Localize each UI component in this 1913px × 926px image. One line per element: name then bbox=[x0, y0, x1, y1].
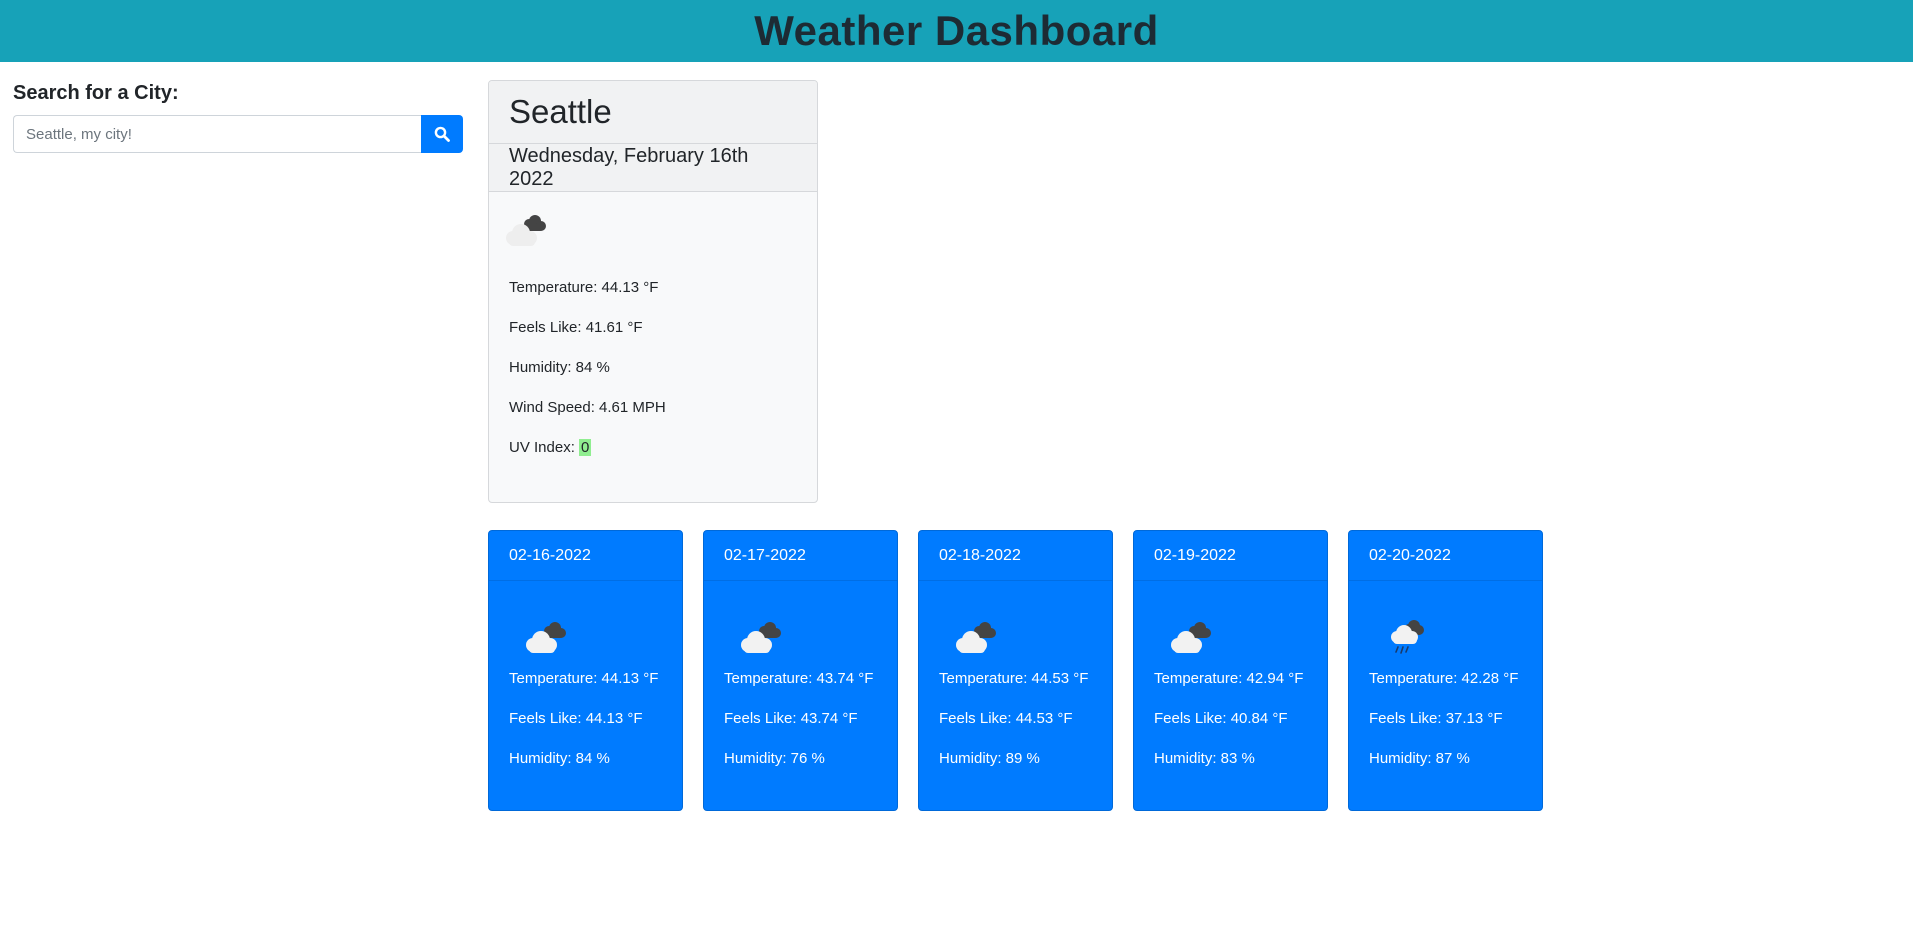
forecast-stats: Temperature: 44.13 °F Feels Like: 44.13 … bbox=[489, 669, 682, 789]
current-date: Wednesday, February 16th 2022 bbox=[489, 144, 817, 192]
current-humidity: Humidity: 84 % bbox=[509, 359, 610, 376]
search-panel: Search for a City: bbox=[13, 82, 463, 153]
current-stats: Temperature: 44.13 °F Feels Like: 41.61 … bbox=[489, 278, 817, 478]
uv-index-label: UV Index: bbox=[509, 439, 580, 456]
forecast-feels-like: Feels Like: 37.13 °F bbox=[1369, 710, 1503, 727]
current-weather-card: Seattle Wednesday, February 16th 2022 Te… bbox=[488, 80, 818, 503]
page-title: Weather Dashboard bbox=[754, 7, 1159, 54]
forecast-humidity: Humidity: 83 % bbox=[1154, 750, 1255, 767]
forecast-date: 02-20-2022 bbox=[1349, 531, 1542, 581]
uv-index-value: 0 bbox=[579, 439, 592, 456]
city-search-input[interactable] bbox=[13, 115, 421, 153]
forecast-temperature: Temperature: 44.13 °F bbox=[509, 670, 659, 687]
forecast-card: 02-20-2022 Temperature: 42.28 °F Feels L… bbox=[1348, 530, 1543, 811]
forecast-date: 02-19-2022 bbox=[1134, 531, 1327, 581]
current-feels-like: Feels Like: 41.61 °F bbox=[509, 319, 643, 336]
forecast-stats: Temperature: 43.74 °F Feels Like: 43.74 … bbox=[704, 669, 897, 789]
forecast-date: 02-17-2022 bbox=[704, 531, 897, 581]
forecast-humidity: Humidity: 76 % bbox=[724, 750, 825, 767]
broken-clouds-icon bbox=[1164, 617, 1218, 657]
current-uv-index: UV Index: 0 bbox=[509, 438, 797, 478]
broken-clouds-icon bbox=[734, 617, 788, 657]
forecast-feels-like: Feels Like: 43.74 °F bbox=[724, 710, 858, 727]
search-group bbox=[13, 115, 463, 153]
forecast-card: 02-17-2022 Temperature: 43.74 °F Feels L… bbox=[703, 530, 898, 811]
search-icon bbox=[434, 126, 450, 142]
forecast-date: 02-16-2022 bbox=[489, 531, 682, 581]
forecast-feels-like: Feels Like: 44.13 °F bbox=[509, 710, 643, 727]
forecast-humidity: Humidity: 87 % bbox=[1369, 750, 1470, 767]
rain-cloud-icon bbox=[1379, 617, 1433, 657]
forecast-stats: Temperature: 44.53 °F Feels Like: 44.53 … bbox=[919, 669, 1112, 789]
app-header: Weather Dashboard bbox=[0, 0, 1913, 62]
current-city-name: Seattle bbox=[489, 81, 817, 144]
forecast-stats: Temperature: 42.28 °F Feels Like: 37.13 … bbox=[1349, 669, 1542, 789]
forecast-date: 02-18-2022 bbox=[919, 531, 1112, 581]
broken-clouds-icon bbox=[499, 210, 553, 250]
broken-clouds-icon bbox=[949, 617, 1003, 657]
forecast-stats: Temperature: 42.94 °F Feels Like: 40.84 … bbox=[1134, 669, 1327, 789]
forecast-card: 02-16-2022 Temperature: 44.13 °F Feels L… bbox=[488, 530, 683, 811]
forecast-temperature: Temperature: 44.53 °F bbox=[939, 670, 1089, 687]
forecast-temperature: Temperature: 42.94 °F bbox=[1154, 670, 1304, 687]
broken-clouds-icon bbox=[519, 617, 573, 657]
forecast-card: 02-19-2022 Temperature: 42.94 °F Feels L… bbox=[1133, 530, 1328, 811]
forecast-feels-like: Feels Like: 44.53 °F bbox=[939, 710, 1073, 727]
search-button[interactable] bbox=[421, 115, 463, 153]
forecast-humidity: Humidity: 84 % bbox=[509, 750, 610, 767]
forecast-temperature: Temperature: 42.28 °F bbox=[1369, 670, 1519, 687]
forecast-humidity: Humidity: 89 % bbox=[939, 750, 1040, 767]
forecast-feels-like: Feels Like: 40.84 °F bbox=[1154, 710, 1288, 727]
search-label: Search for a City: bbox=[13, 82, 179, 104]
forecast-temperature: Temperature: 43.74 °F bbox=[724, 670, 874, 687]
forecast-card: 02-18-2022 Temperature: 44.53 °F Feels L… bbox=[918, 530, 1113, 811]
current-wind-speed: Wind Speed: 4.61 MPH bbox=[509, 399, 666, 416]
current-temperature: Temperature: 44.13 °F bbox=[509, 279, 659, 296]
